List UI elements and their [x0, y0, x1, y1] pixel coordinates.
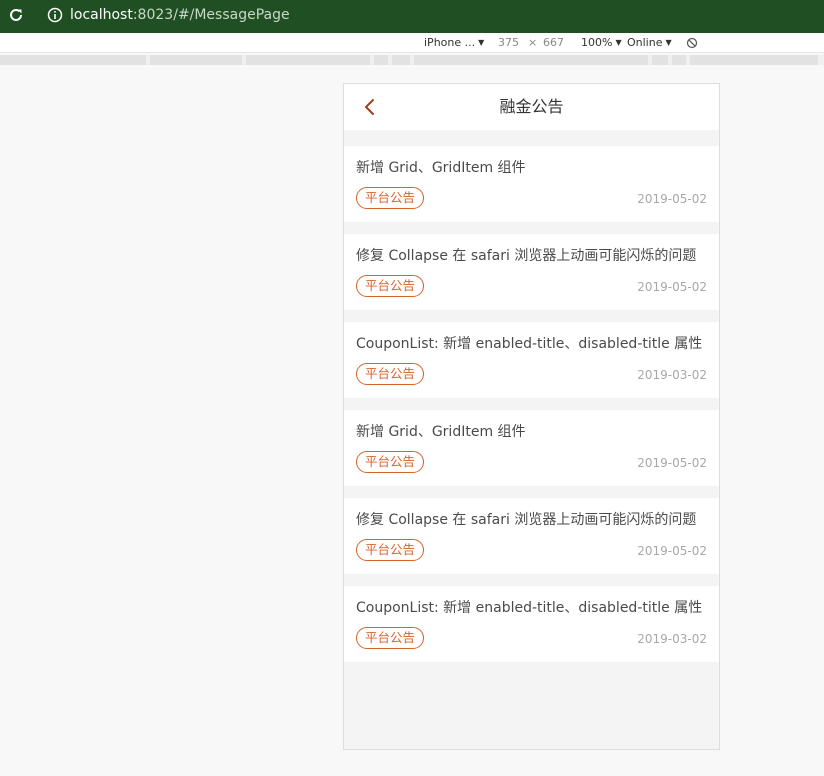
- notice-item[interactable]: CouponList: 新增 enabled-title、disabled-ti…: [344, 322, 719, 398]
- ruler-segment[interactable]: [246, 55, 370, 65]
- notice-tag: 平台公告: [356, 451, 425, 473]
- notice-date: 2019-05-02: [637, 280, 707, 294]
- device-select[interactable]: iPhone ... ▼: [424, 36, 484, 50]
- zoom-select[interactable]: 100% ▼: [581, 36, 622, 50]
- notice-item[interactable]: CouponList: 新增 enabled-title、disabled-ti…: [344, 586, 719, 662]
- notice-date: 2019-03-02: [637, 368, 707, 382]
- notice-title: CouponList: 新增 enabled-title、disabled-ti…: [356, 336, 703, 352]
- url-path: :8023/#/MessagePage: [132, 7, 290, 23]
- notice-title: 修复 Collapse 在 safari 浏览器上动画可能闪烁的问题: [356, 248, 697, 264]
- page-title: 融金公告: [499, 97, 564, 116]
- notice-title: 修复 Collapse 在 safari 浏览器上动画可能闪烁的问题: [356, 512, 697, 528]
- notice-title: 新增 Grid、GridItem 组件: [356, 424, 526, 440]
- device-label: iPhone ...: [424, 36, 476, 49]
- info-icon[interactable]: [47, 7, 63, 23]
- width-field[interactable]: 375: [498, 36, 519, 50]
- ruler-segment[interactable]: [0, 55, 146, 65]
- device-viewport: 融金公告 新增 Grid、GridItem 组件 平台公告 2019-05-02…: [343, 83, 720, 750]
- chevron-left-icon[interactable]: [362, 97, 378, 117]
- caret-down-icon: ▼: [478, 38, 485, 47]
- ruler-segment[interactable]: [374, 55, 388, 65]
- notice-item[interactable]: 修复 Collapse 在 safari 浏览器上动画可能闪烁的问题 平台公告 …: [344, 498, 719, 574]
- ruler-segment[interactable]: [414, 55, 648, 65]
- caret-down-icon: ▼: [615, 38, 622, 47]
- device-toolbar: iPhone ... ▼ 375 × 667 100% ▼ Online ▼: [0, 33, 824, 53]
- ruler-segment[interactable]: [392, 55, 410, 65]
- notice-item[interactable]: 新增 Grid、GridItem 组件 平台公告 2019-05-02: [344, 410, 719, 486]
- browser-address-bar: localhost:8023/#/MessagePage: [0, 0, 824, 33]
- reload-icon[interactable]: [7, 6, 25, 24]
- notice-item[interactable]: 新增 Grid、GridItem 组件 平台公告 2019-05-02: [344, 146, 719, 222]
- ruler-segment[interactable]: [672, 55, 686, 65]
- notice-title: CouponList: 新增 enabled-title、disabled-ti…: [356, 600, 703, 616]
- notice-tag: 平台公告: [356, 363, 425, 385]
- rotate-icon[interactable]: [686, 37, 698, 49]
- notice-tag: 平台公告: [356, 187, 425, 209]
- ruler-segment[interactable]: [150, 55, 242, 65]
- url-field[interactable]: localhost:8023/#/MessagePage: [70, 6, 290, 24]
- notice-list: 新增 Grid、GridItem 组件 平台公告 2019-05-02 修复 C…: [344, 146, 719, 674]
- zoom-label: 100%: [581, 36, 613, 49]
- notice-date: 2019-03-02: [637, 632, 707, 646]
- ruler-segment[interactable]: [690, 55, 818, 65]
- notice-item[interactable]: 修复 Collapse 在 safari 浏览器上动画可能闪烁的问题 平台公告 …: [344, 234, 719, 310]
- url-host: localhost: [70, 7, 133, 23]
- media-query-ruler: [0, 55, 824, 65]
- notice-date: 2019-05-02: [637, 544, 707, 558]
- ruler-segment[interactable]: [652, 55, 668, 65]
- notice-tag: 平台公告: [356, 539, 425, 561]
- network-select[interactable]: Online ▼: [627, 36, 672, 50]
- notice-title: 新增 Grid、GridItem 组件: [356, 160, 526, 176]
- nav-bar: 融金公告: [344, 84, 719, 130]
- notice-date: 2019-05-02: [637, 456, 707, 470]
- times-sign: ×: [528, 36, 538, 49]
- network-label: Online: [627, 36, 663, 49]
- notice-tag: 平台公告: [356, 275, 425, 297]
- caret-down-icon: ▼: [665, 38, 672, 47]
- notice-date: 2019-05-02: [637, 192, 707, 206]
- notice-tag: 平台公告: [356, 627, 425, 649]
- height-field[interactable]: 667: [543, 36, 564, 50]
